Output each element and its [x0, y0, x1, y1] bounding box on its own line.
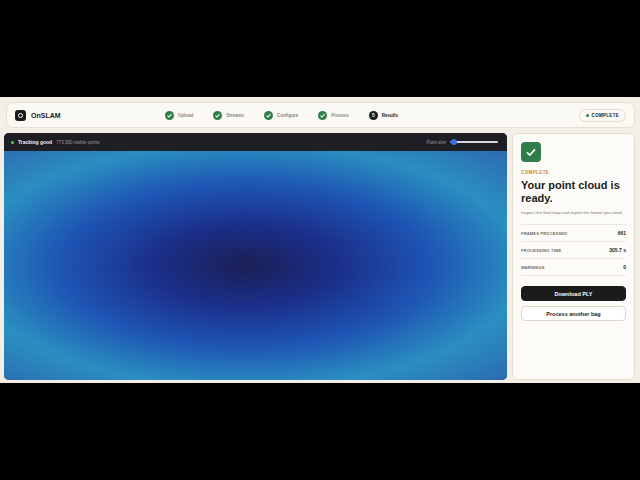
- status-dot: [586, 114, 589, 117]
- check-icon: [165, 111, 174, 120]
- stat-label: FRAMES PROCESSED: [521, 231, 567, 236]
- stat-label: WARNINGS: [521, 265, 545, 270]
- check-icon: [213, 111, 222, 120]
- steps: Upload Streams Configure Process 5 Result…: [165, 111, 579, 120]
- status-badge: COMPLETE: [579, 109, 626, 122]
- point-size-slider[interactable]: [450, 141, 498, 143]
- primary-button[interactable]: Download PLY: [521, 286, 626, 301]
- step[interactable]: Configure: [264, 111, 298, 120]
- secondary-button[interactable]: Process another bag: [521, 306, 626, 321]
- step-label: Results: [382, 113, 398, 118]
- stat-value: 0: [623, 264, 626, 270]
- tracking-dot: [11, 141, 14, 144]
- stat-label: PROCESSING TIME: [521, 248, 561, 253]
- point-cloud-view[interactable]: [4, 151, 507, 380]
- stat-value: 305.7 s: [609, 247, 626, 253]
- result-title: Your point cloud is ready.: [521, 179, 626, 204]
- header: OnSLAM Upload Streams Configure Process 5…: [6, 102, 635, 128]
- step-label: Streams: [226, 113, 244, 118]
- slider-thumb[interactable]: [451, 139, 457, 145]
- check-icon: [521, 142, 541, 162]
- stats: FRAMES PROCESSED 661PROCESSING TIME 305.…: [521, 224, 626, 276]
- visible-points: 773,950 visible points: [56, 140, 99, 145]
- main: Tracking good 773,950 visible points Poi…: [4, 133, 635, 380]
- buttons: Download PLY Process another bag: [521, 286, 626, 321]
- stat-row: WARNINGS 0: [521, 258, 626, 276]
- result-card: COMPLETE Your point cloud is ready. Insp…: [512, 133, 635, 380]
- step-number: 5: [369, 111, 378, 120]
- letterbox-top: [0, 0, 640, 97]
- step[interactable]: Streams: [213, 111, 244, 120]
- tracking-status: Tracking good: [18, 139, 52, 145]
- step-label: Process: [331, 113, 349, 118]
- step[interactable]: Upload: [165, 111, 193, 120]
- brand: OnSLAM: [15, 110, 165, 121]
- step[interactable]: Process: [318, 111, 349, 120]
- step-label: Configure: [277, 113, 298, 118]
- stat-row: FRAMES PROCESSED 661: [521, 224, 626, 241]
- viewer: Tracking good 773,950 visible points Poi…: [4, 133, 507, 380]
- step[interactable]: 5 Results: [369, 111, 398, 120]
- stat-row: PROCESSING TIME 305.7 s: [521, 241, 626, 258]
- point-size-label: Point size: [426, 140, 446, 145]
- page: OnSLAM Upload Streams Configure Process 5…: [0, 0, 640, 480]
- stat-value: 661: [618, 230, 626, 236]
- check-icon: [264, 111, 273, 120]
- logo-icon: [15, 110, 26, 121]
- viewer-bar: Tracking good 773,950 visible points Poi…: [4, 133, 507, 151]
- result-description: Inspect the final map and export the for…: [521, 210, 626, 216]
- eyebrow: COMPLETE: [521, 170, 626, 175]
- brand-name: OnSLAM: [31, 112, 61, 119]
- check-icon: [318, 111, 327, 120]
- step-label: Upload: [178, 113, 193, 118]
- app: OnSLAM Upload Streams Configure Process 5…: [0, 97, 640, 383]
